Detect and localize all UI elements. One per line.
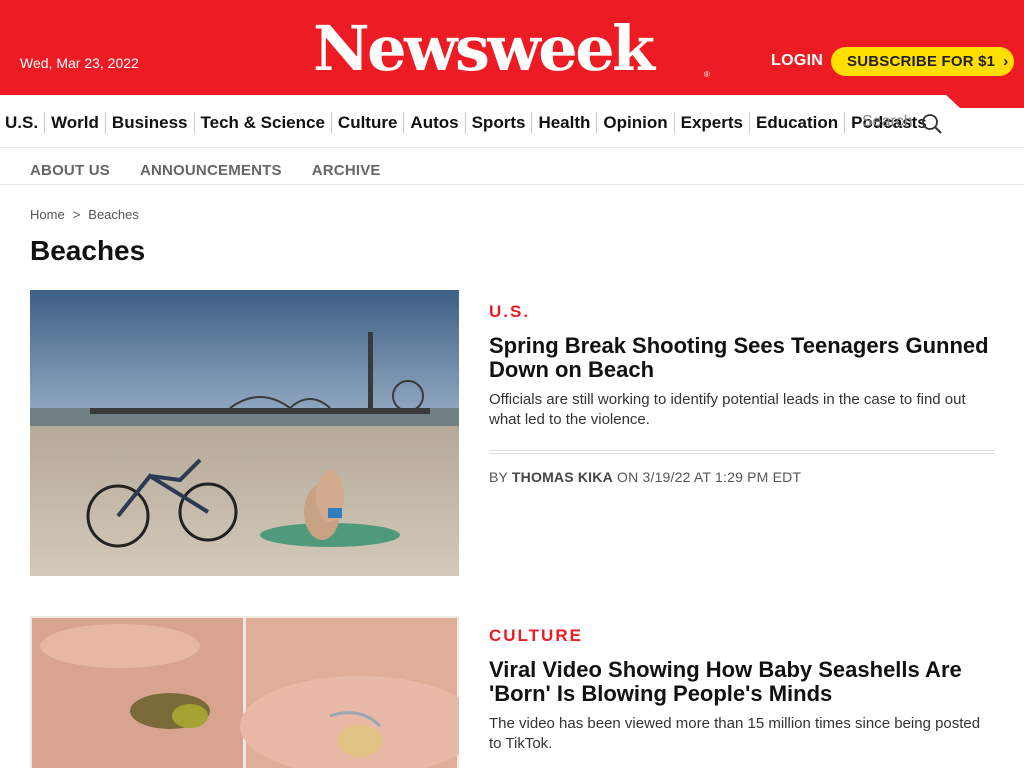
- breadcrumb: Home > Beaches: [30, 207, 139, 222]
- article-image-beach[interactable]: [30, 290, 459, 576]
- nav-item-sports[interactable]: Sports: [464, 112, 532, 134]
- subnav-about-us[interactable]: ABOUT US: [30, 162, 110, 179]
- subscribe-button[interactable]: SUBSCRIBE FOR $1 ›: [831, 47, 1014, 76]
- nav-item-health[interactable]: Health: [531, 112, 596, 134]
- article-category[interactable]: CULTURE: [489, 626, 994, 646]
- subscribe-label: SUBSCRIBE FOR $1: [847, 53, 996, 70]
- search-input[interactable]: Search: [862, 113, 913, 131]
- main-nav: U.S. World Business Tech & Science Cultu…: [0, 108, 1024, 148]
- byline-prefix: BY: [489, 469, 508, 485]
- header-date: Wed, Mar 23, 2022: [20, 55, 139, 71]
- byline-date: ON 3/19/22 AT 1:29 PM EDT: [617, 469, 802, 485]
- newsweek-logo[interactable]: Newsweek: [313, 14, 655, 84]
- nav-item-tech-science[interactable]: Tech & Science: [193, 112, 331, 134]
- article-summary: Officials are still working to identify …: [489, 391, 966, 428]
- article-content: CULTURE Viral Video Showing How Baby Sea…: [489, 616, 994, 754]
- nav-item-us[interactable]: U.S.: [0, 112, 44, 134]
- site-header: Wed, Mar 23, 2022 Newsweek ® LOGIN SUBSC…: [0, 0, 1024, 95]
- breadcrumb-separator: >: [72, 207, 81, 222]
- chevron-right-icon: ›: [1003, 53, 1009, 70]
- sub-nav: ABOUT US ANNOUNCEMENTS ARCHIVE: [0, 149, 1024, 185]
- nav-item-culture[interactable]: Culture: [330, 112, 404, 134]
- article-image-seashells[interactable]: [30, 616, 459, 768]
- nav-item-autos[interactable]: Autos: [403, 112, 464, 134]
- search-icon[interactable]: [921, 113, 943, 135]
- login-link[interactable]: LOGIN: [771, 52, 823, 70]
- page-title: Beaches: [30, 235, 146, 266]
- breadcrumb-current[interactable]: Beaches: [88, 207, 139, 222]
- nav-item-education[interactable]: Education: [749, 112, 844, 134]
- article-category[interactable]: U.S.: [489, 302, 994, 322]
- article-card: U.S. Spring Break Shooting Sees Teenager…: [30, 290, 994, 576]
- subnav-announcements[interactable]: ANNOUNCEMENTS: [140, 162, 282, 179]
- article-headline[interactable]: Viral Video Showing How Baby Seashells A…: [489, 658, 994, 706]
- article-headline[interactable]: Spring Break Shooting Sees Teenagers Gun…: [489, 334, 994, 382]
- header-tab-decoration: [946, 95, 1024, 108]
- article-summary: The video has been viewed more than 15 m…: [489, 715, 981, 752]
- article-card: CULTURE Viral Video Showing How Baby Sea…: [30, 616, 994, 768]
- breadcrumb-home[interactable]: Home: [30, 207, 65, 222]
- main-nav-list: U.S. World Business Tech & Science Cultu…: [0, 111, 933, 135]
- nav-item-business[interactable]: Business: [104, 112, 194, 134]
- divider: [489, 450, 994, 454]
- subnav-archive[interactable]: ARCHIVE: [312, 162, 381, 179]
- nav-item-experts[interactable]: Experts: [673, 112, 749, 134]
- registered-mark: ®: [704, 70, 710, 79]
- article-content: U.S. Spring Break Shooting Sees Teenager…: [489, 290, 994, 485]
- author-link[interactable]: THOMAS KIKA: [512, 469, 613, 485]
- nav-item-world[interactable]: World: [44, 112, 105, 134]
- sub-nav-list: ABOUT US ANNOUNCEMENTS ARCHIVE: [30, 162, 381, 179]
- article-byline: BY THOMAS KIKA ON 3/19/22 AT 1:29 PM EDT: [489, 469, 994, 485]
- nav-item-opinion[interactable]: Opinion: [596, 112, 673, 134]
